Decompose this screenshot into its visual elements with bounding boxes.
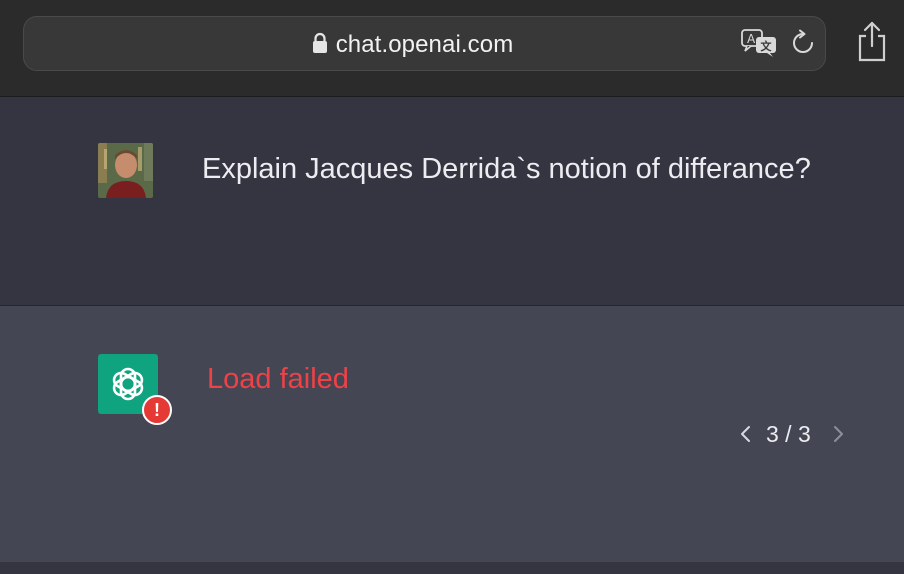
translate-icon[interactable]: A 文 — [740, 27, 778, 59]
share-icon[interactable] — [856, 20, 888, 62]
error-icon: ! — [142, 395, 172, 425]
browser-toolbar: chat.openai.com A 文 — [0, 0, 904, 97]
response-pager: 3 / 3 — [766, 421, 811, 447]
user-message: Explain Jacques Derrida`s notion of diff… — [202, 153, 811, 185]
user-message-row: Explain Jacques Derrida`s notion of diff… — [0, 97, 904, 306]
address-bar[interactable]: chat.openai.com A 文 — [23, 16, 826, 71]
error-message: Load failed — [207, 363, 349, 395]
reload-icon[interactable] — [790, 29, 816, 57]
url-text: chat.openai.com — [335, 31, 514, 58]
assistant-message-row: ! Load failed 3 / 3 — [0, 306, 904, 562]
svg-text:A: A — [747, 32, 756, 46]
chevron-right-icon[interactable] — [830, 424, 846, 444]
bottom-divider — [0, 562, 904, 574]
svg-text:文: 文 — [761, 39, 773, 53]
chevron-left-icon[interactable] — [738, 424, 754, 444]
avatar — [98, 143, 153, 198]
